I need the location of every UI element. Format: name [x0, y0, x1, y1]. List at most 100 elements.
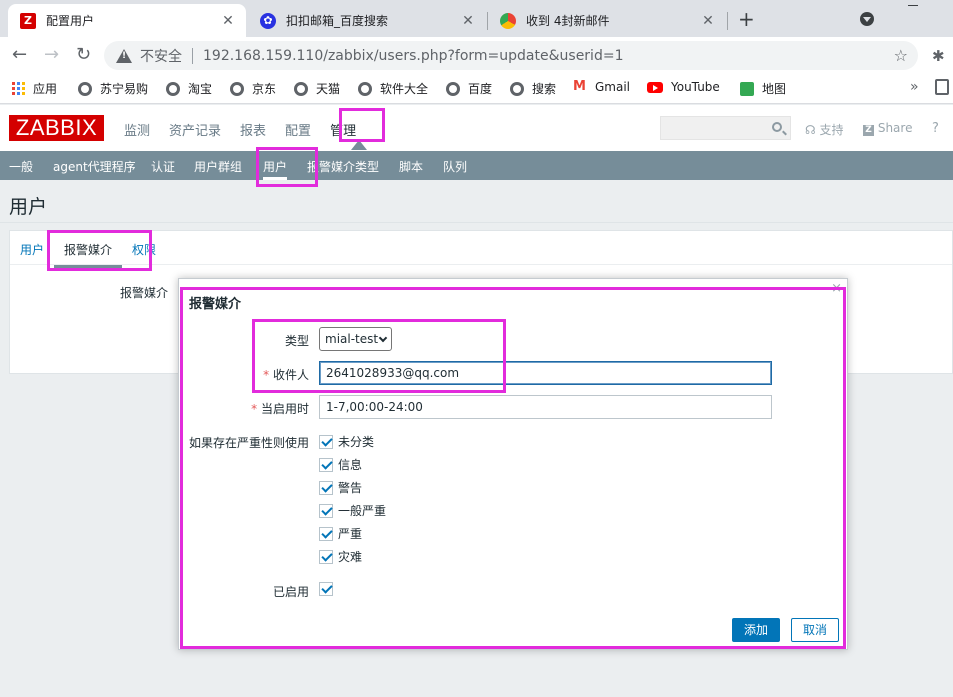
tab-title: 扣扣邮箱_百度搜索 — [286, 14, 389, 28]
checkbox-checked[interactable] — [319, 503, 333, 518]
bookmark-label: YouTube — [671, 80, 720, 94]
bookmark-label: 软件大全 — [380, 82, 429, 96]
share-link[interactable]: Z Share — [863, 121, 912, 136]
bookmark-item[interactable]: 京东 — [230, 80, 276, 97]
menu-configuration[interactable]: 配置 — [285, 120, 311, 139]
bookmark-apps[interactable]: 应用 — [12, 80, 57, 97]
help-icon[interactable]: ? — [932, 121, 939, 136]
security-label[interactable]: 不安全 — [140, 46, 182, 66]
severity-average[interactable]: 一般严重 — [319, 502, 386, 519]
submenu-media-types[interactable]: 报警媒介类型 — [307, 158, 379, 175]
url-text[interactable]: 192.168.159.110/zabbix/users.php?form=up… — [203, 48, 623, 64]
tab-search-icon[interactable] — [860, 12, 874, 26]
back-icon[interactable]: ← — [12, 45, 27, 65]
tab-media[interactable]: 报警媒介 — [53, 241, 123, 268]
browser-tab[interactable]: 收到 4封新邮件 ✕ — [488, 4, 726, 37]
apps-icon — [12, 81, 25, 96]
main-menu: 监测 资产记录 报表 配置 管理 — [124, 120, 375, 139]
submenu-scripts[interactable]: 脚本 — [399, 158, 423, 175]
tab-divider — [727, 12, 728, 30]
mail-icon — [500, 12, 516, 29]
checkbox-checked[interactable] — [319, 480, 333, 495]
enabled-checkbox[interactable] — [319, 582, 333, 596]
warning-icon[interactable] — [116, 48, 132, 64]
bookmark-label: 苏宁易购 — [100, 82, 149, 96]
bookmark-label: 淘宝 — [188, 82, 213, 96]
type-select[interactable]: mial-test — [319, 327, 392, 351]
globe-icon — [358, 81, 372, 96]
close-icon[interactable]: ✕ — [700, 13, 716, 29]
bookmark-label: 天猫 — [316, 82, 341, 96]
submenu-authentication[interactable]: 认证 — [151, 158, 175, 175]
cancel-button[interactable]: 取消 — [791, 618, 839, 642]
star-icon[interactable]: ☆ — [894, 46, 908, 65]
close-icon[interactable]: × — [831, 281, 842, 296]
bookmark-item[interactable]: 天猫 — [294, 80, 340, 97]
submenu-queue[interactable]: 队列 — [443, 158, 467, 175]
severity-disaster[interactable]: 灾难 — [319, 548, 362, 565]
menu-inventory[interactable]: 资产记录 — [169, 120, 221, 139]
bookmark-item[interactable]: 淘宝 — [166, 80, 212, 97]
submenu-general[interactable]: 一般 — [9, 158, 33, 175]
forward-icon[interactable]: → — [44, 45, 59, 65]
reload-icon[interactable]: ↻ — [76, 45, 91, 65]
add-button[interactable]: 添加 — [732, 618, 780, 642]
checkbox-checked[interactable] — [319, 457, 333, 472]
bookmark-youtube[interactable]: YouTube — [647, 80, 720, 94]
headset-icon: ☊ — [805, 123, 816, 137]
send-to-input[interactable]: 2641028933@qq.com — [319, 361, 772, 385]
support-link[interactable]: ☊ 支持 — [805, 121, 844, 138]
chevron-right-icon[interactable]: » — [910, 79, 919, 95]
tab-user[interactable]: 用户 — [20, 241, 44, 258]
close-icon[interactable]: ✕ — [220, 13, 236, 29]
submenu-users[interactable]: 用户 — [263, 158, 288, 180]
extensions-icon[interactable]: ✱ — [932, 47, 945, 65]
bookmark-item[interactable]: 软件大全 — [358, 80, 428, 97]
new-tab-button[interactable]: + — [738, 9, 755, 29]
type-label: 类型 — [284, 334, 309, 348]
bookmark-label: 京东 — [252, 82, 277, 96]
menu-reports[interactable]: 报表 — [240, 120, 266, 139]
close-icon[interactable]: ✕ — [460, 13, 476, 29]
address-bar[interactable]: 不安全 192.168.159.110/zabbix/users.php?for… — [104, 41, 918, 70]
enabled-checkbox-row[interactable] — [319, 582, 338, 596]
dialog-title: 报警媒介 — [189, 297, 242, 312]
when-active-input[interactable]: 1-7,00:00-24:00 — [319, 395, 772, 419]
reading-list-icon[interactable] — [935, 79, 949, 95]
checkbox-checked[interactable] — [319, 549, 333, 564]
menu-caret — [351, 140, 367, 150]
severity-high[interactable]: 严重 — [319, 525, 362, 542]
bookmark-gmail[interactable]: M Gmail — [573, 80, 630, 95]
browser-toolbar: ← → ↻ 不安全 192.168.159.110/zabbix/users.p… — [0, 37, 953, 75]
zabbix-logo[interactable]: ZABBIX — [9, 115, 104, 141]
checkbox-checked[interactable] — [319, 434, 333, 449]
checkbox-checked[interactable] — [319, 526, 333, 541]
search-input[interactable] — [660, 116, 791, 140]
severity-information[interactable]: 信息 — [319, 456, 362, 473]
bookmark-item[interactable]: 搜索 — [510, 80, 556, 97]
severity-warning[interactable]: 警告 — [319, 479, 362, 496]
support-label: 支持 — [819, 123, 844, 137]
tab-title: 配置用户 — [46, 14, 95, 28]
maps-icon — [740, 81, 754, 96]
minimize-icon[interactable] — [908, 5, 918, 6]
type-select-value: mial-test — [325, 332, 379, 346]
bookmark-maps[interactable]: 地图 — [740, 80, 786, 97]
bookmark-label: 应用 — [33, 82, 58, 96]
submenu-user-groups[interactable]: 用户群组 — [194, 158, 242, 175]
menu-administration[interactable]: 管理 — [330, 120, 356, 139]
tab-permissions[interactable]: 权限 — [132, 241, 156, 258]
tab-title: 收到 4封新邮件 — [526, 14, 610, 28]
bookmark-item[interactable]: 苏宁易购 — [78, 80, 148, 97]
bookmark-label: 搜索 — [532, 82, 557, 96]
browser-tab[interactable]: ✿ 扣扣邮箱_百度搜索 ✕ — [248, 4, 486, 37]
browser-tab-bar: Z 配置用户 ✕ ✿ 扣扣邮箱_百度搜索 ✕ 收到 4封新邮件 ✕ + — [0, 0, 953, 37]
search-icon[interactable] — [772, 122, 782, 132]
menu-monitoring[interactable]: 监测 — [124, 120, 150, 139]
share-icon: Z — [863, 125, 874, 136]
submenu-proxies[interactable]: agent代理程序 — [53, 158, 136, 175]
bookmark-item[interactable]: 百度 — [446, 80, 492, 97]
form-tabs: 用户 报警媒介 权限 — [10, 231, 952, 268]
browser-tab-active[interactable]: Z 配置用户 ✕ — [8, 4, 246, 37]
severity-not-classified[interactable]: 未分类 — [319, 433, 374, 450]
